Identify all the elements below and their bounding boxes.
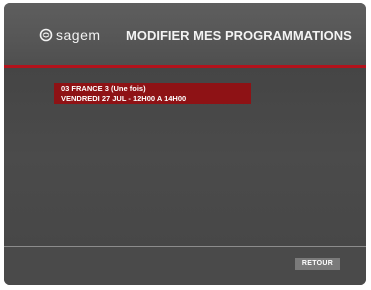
page-title: MODIFIER MES PROGRAMMATIONS: [126, 28, 352, 43]
header: sagem MODIFIER MES PROGRAMMATIONS: [4, 3, 366, 65]
brand-name: sagem: [56, 27, 101, 43]
main-content: 03 FRANCE 3 (Une fois) VENDREDI 27 JUL -…: [4, 68, 366, 246]
footer: RETOUR: [4, 247, 366, 285]
back-button[interactable]: RETOUR: [295, 258, 340, 270]
recording-schedule: VENDREDI 27 JUL - 12H00 A 14H00: [61, 93, 187, 103]
recording-item-selected[interactable]: 03 FRANCE 3 (Une fois) VENDREDI 27 JUL -…: [54, 83, 251, 104]
sagem-logo-icon: [39, 28, 53, 42]
brand-logo: sagem: [39, 28, 101, 42]
recording-channel: 03 FRANCE 3 (Une fois): [61, 84, 146, 93]
tv-screen: sagem MODIFIER MES PROGRAMMATIONS 03 FRA…: [4, 3, 366, 285]
